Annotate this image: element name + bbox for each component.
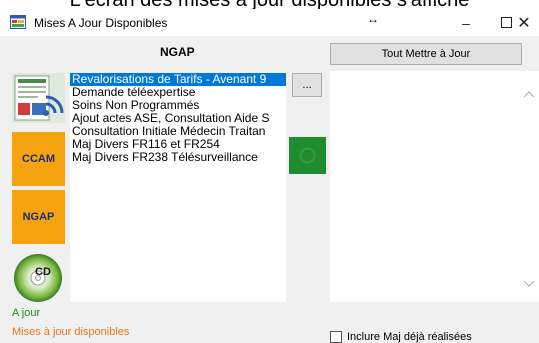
resize-arrows-icon[interactable]: ↔ <box>367 12 379 26</box>
inclure-maj-checkbox[interactable] <box>330 331 342 343</box>
chevron-up-icon[interactable] <box>523 89 535 101</box>
list-item[interactable]: Ajout actes ASE, Consultation Aide S <box>70 112 286 125</box>
inclure-maj-checkbox-row[interactable]: Inclure Maj déjà réalisées <box>330 331 472 343</box>
ccam-label: CCAM <box>22 153 55 165</box>
list-item[interactable]: Revalorisations de Tarifs - Avenant 9 <box>70 73 286 86</box>
close-icon: ✕ <box>517 14 531 32</box>
status-maj-disponibles: Mises à jour disponibles <box>12 326 130 338</box>
inclure-maj-label: Inclure Maj déjà réalisées <box>347 331 472 343</box>
chevron-down-icon[interactable] <box>523 277 535 289</box>
list-item[interactable]: Soins Non Programmés <box>70 99 286 112</box>
status-a-jour: A jour <box>12 307 41 319</box>
close-button[interactable]: ✕ <box>509 9 539 36</box>
update-details-panel[interactable] <box>330 71 539 302</box>
list-item[interactable]: Maj Divers FR116 et FR254 <box>70 138 286 151</box>
minimize-button[interactable]: – <box>446 9 486 36</box>
cd-disc-icon[interactable]: CD <box>12 250 65 305</box>
cd-label: CD <box>35 266 51 278</box>
rss-document-icon[interactable] <box>12 73 65 123</box>
list-item[interactable]: Demande téléexpertise <box>70 86 286 99</box>
ccam-tile[interactable]: CCAM <box>12 132 65 186</box>
updates-list[interactable]: Revalorisations de Tarifs - Avenant 9 De… <box>70 73 286 302</box>
ngap-tile-label: NGAP <box>22 211 55 223</box>
list-item[interactable]: Consultation Initiale Médecin Traitan <box>70 125 286 138</box>
refresh-icon <box>299 147 316 164</box>
tout-mettre-a-jour-button[interactable]: Tout Mettre à Jour <box>330 43 522 65</box>
window-title: Mises A Jour Disponibles <box>34 16 168 30</box>
title-bar: Mises A Jour Disponibles ↔ – ✕ <box>0 9 539 36</box>
ngap-header: NGAP <box>160 45 195 59</box>
list-item[interactable]: Maj Divers FR238 Télésurveillance <box>70 151 286 164</box>
ngap-tile[interactable]: NGAP <box>12 190 65 244</box>
app-window-icon <box>10 15 26 29</box>
minimize-icon: – <box>462 14 470 31</box>
apply-update-button[interactable] <box>289 137 326 174</box>
details-button[interactable]: ... <box>292 73 322 97</box>
